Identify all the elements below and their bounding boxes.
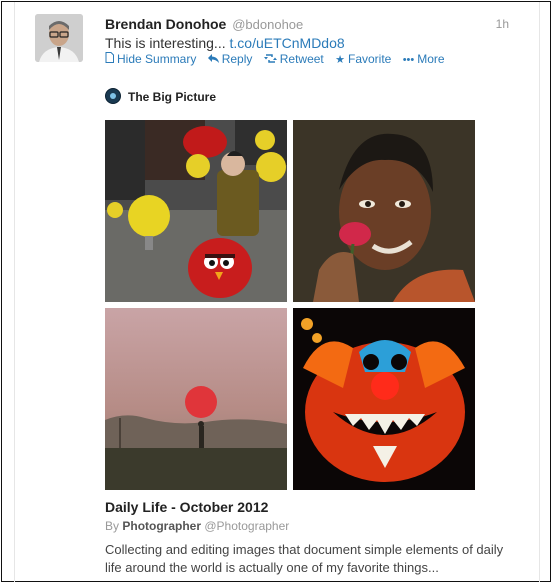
tweet-text: This is interesting... t.co/uETCnMDdo8 xyxy=(105,35,345,51)
avatar-portrait-icon xyxy=(35,14,83,62)
source-logo-icon xyxy=(105,88,121,104)
reply-icon xyxy=(207,54,219,66)
author-display-name[interactable]: Brendan Donohoe xyxy=(105,16,226,32)
star-icon: ★ xyxy=(335,54,345,66)
author-name[interactable]: Brendan Donohoe @bdonohoe xyxy=(105,16,303,32)
gallery-photo-playground[interactable] xyxy=(105,120,287,302)
photo-sunset-icon xyxy=(105,308,287,490)
card-description: Collecting and editing images that docum… xyxy=(105,542,504,575)
gallery-photo-clown-lights[interactable] xyxy=(293,308,475,490)
byline-handle[interactable]: @Photographer xyxy=(204,519,289,533)
more-label: More xyxy=(417,52,445,66)
byline-name[interactable]: Photographer xyxy=(122,519,201,533)
source-name[interactable]: The Big Picture xyxy=(128,90,216,104)
screenshot-frame: Brendan Donohoe @bdonohoe 1h This is int… xyxy=(1,1,551,582)
reply-button[interactable]: Reply xyxy=(207,52,253,66)
photo-playground-icon xyxy=(105,120,287,302)
hide-summary-button[interactable]: Hide Summary xyxy=(105,52,196,66)
tweet-link[interactable]: t.co/uETCnMDdo8 xyxy=(230,35,345,51)
hide-summary-label: Hide Summary xyxy=(117,52,197,66)
byline-prefix: By xyxy=(105,519,120,533)
card-title[interactable]: Daily Life - October 2012 xyxy=(105,499,268,515)
tweet-timestamp[interactable]: 1h xyxy=(496,17,509,31)
author-handle[interactable]: @bdonohoe xyxy=(232,17,303,32)
retweet-icon xyxy=(263,54,277,66)
gallery-photo-man-with-rose[interactable] xyxy=(293,120,475,302)
retweet-label: Retweet xyxy=(279,52,324,66)
photo-clown-icon xyxy=(293,308,475,490)
tweet-container: Brendan Donohoe @bdonohoe 1h This is int… xyxy=(14,2,540,582)
more-dots-icon: ••• xyxy=(402,54,415,66)
retweet-button[interactable]: Retweet xyxy=(263,52,324,66)
photo-man-rose-icon xyxy=(293,120,475,302)
favorite-button[interactable]: ★ Favorite xyxy=(335,52,391,66)
gallery-photo-sunset[interactable] xyxy=(105,308,287,490)
card-byline: By Photographer @Photographer xyxy=(105,519,289,533)
avatar[interactable] xyxy=(35,14,83,62)
more-button[interactable]: ••• More xyxy=(403,52,445,66)
tweet-body: This is interesting... xyxy=(105,35,226,51)
document-icon xyxy=(105,52,114,66)
reply-label: Reply xyxy=(221,52,253,66)
tweet-actions: Hide Summary Reply Retweet ★ Favorite •••… xyxy=(105,52,453,66)
favorite-label: Favorite xyxy=(347,52,392,66)
